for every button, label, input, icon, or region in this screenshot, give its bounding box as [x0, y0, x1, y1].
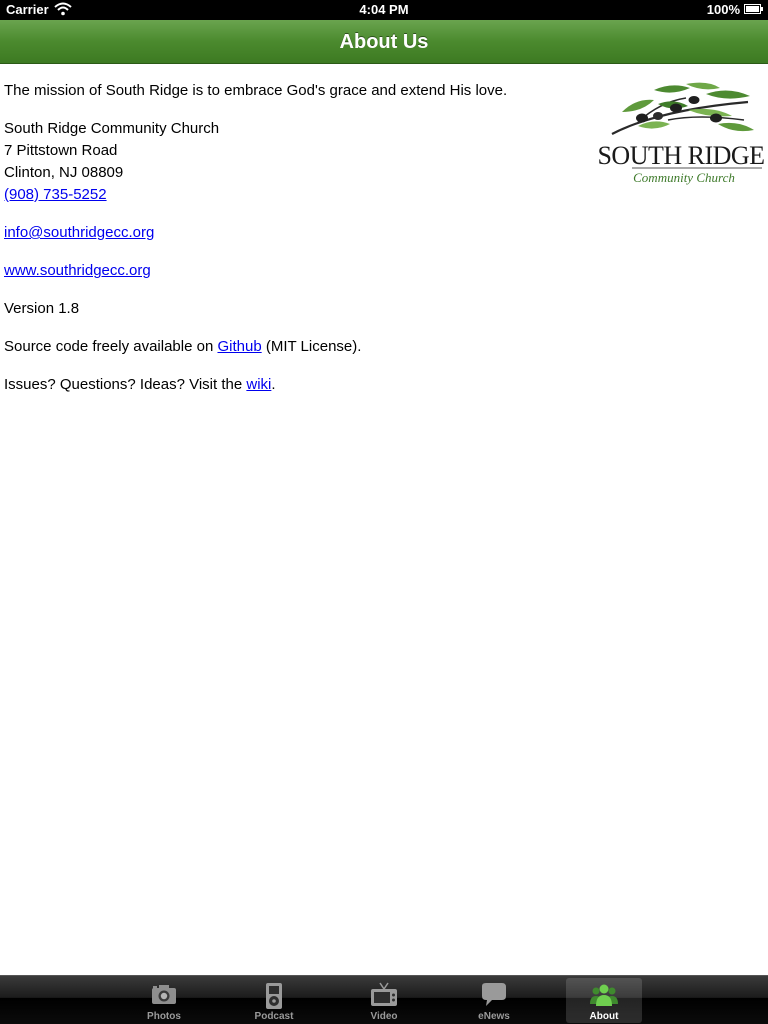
- south-ridge-logo: SOUTH RIDGE Community Church: [598, 82, 764, 185]
- logo-title: SOUTH RIDGE: [598, 141, 764, 170]
- clock: 4:04 PM: [359, 2, 409, 17]
- tab-enews[interactable]: eNews: [456, 978, 532, 1023]
- tab-bar: Photos Podcast Video eNews About: [0, 975, 768, 1024]
- city-address: Clinton, NJ 08809: [4, 164, 124, 181]
- ipod-icon: [266, 983, 282, 1009]
- about-content: The mission of South Ridge is to embrace…: [4, 80, 584, 412]
- issues-suffix: .: [271, 376, 276, 393]
- phone-link[interactable]: (908) 735-5252: [4, 186, 107, 203]
- tab-label: About: [589, 1011, 619, 1022]
- church-name: South Ridge Community Church: [4, 120, 220, 137]
- tab-label: Podcast: [254, 1011, 294, 1022]
- mission-statement: The mission of South Ridge is to embrace…: [4, 82, 508, 99]
- website-link[interactable]: www.southridgecc.org: [4, 262, 151, 279]
- email-paragraph: info@southridgecc.org: [4, 222, 584, 244]
- battery-icon: [744, 4, 763, 14]
- address-block: South Ridge Community Church 7 Pittstown…: [4, 118, 584, 206]
- street-address: 7 Pittstown Road: [4, 142, 118, 159]
- issues-prefix: Issues? Questions? Ideas? Visit the: [4, 376, 247, 393]
- website-paragraph: www.southridgecc.org: [4, 260, 584, 282]
- page-title: About Us: [339, 31, 429, 53]
- tv-icon: [371, 982, 397, 1006]
- source-code-text: Source code freely available on Github (…: [4, 336, 584, 358]
- source-prefix: Source code freely available on: [4, 338, 218, 355]
- tab-photos[interactable]: Photos: [126, 978, 202, 1023]
- github-link[interactable]: Github: [217, 338, 261, 355]
- tab-label: Photos: [147, 1011, 181, 1022]
- camera-icon: [152, 985, 176, 1004]
- people-icon: [590, 984, 618, 1006]
- tab-podcast[interactable]: Podcast: [236, 978, 312, 1023]
- email-link[interactable]: info@southridgecc.org: [4, 224, 154, 241]
- issues-text: Issues? Questions? Ideas? Visit the wiki…: [4, 374, 584, 396]
- tab-label: eNews: [478, 1011, 510, 1022]
- speech-bubble-icon: [482, 983, 506, 1006]
- version-text: Version 1.8: [4, 300, 80, 317]
- tab-video[interactable]: Video: [346, 978, 422, 1023]
- source-suffix: (MIT License).: [261, 338, 362, 355]
- status-bar: Carrier 4:04 PM 100%: [0, 0, 768, 20]
- battery-percent: 100%: [706, 2, 740, 17]
- logo-subtitle: Community Church: [633, 170, 735, 185]
- wiki-link[interactable]: wiki: [246, 376, 271, 393]
- navigation-bar: About Us: [0, 20, 768, 64]
- tab-about[interactable]: About: [566, 978, 642, 1023]
- tab-label: Video: [370, 1011, 398, 1022]
